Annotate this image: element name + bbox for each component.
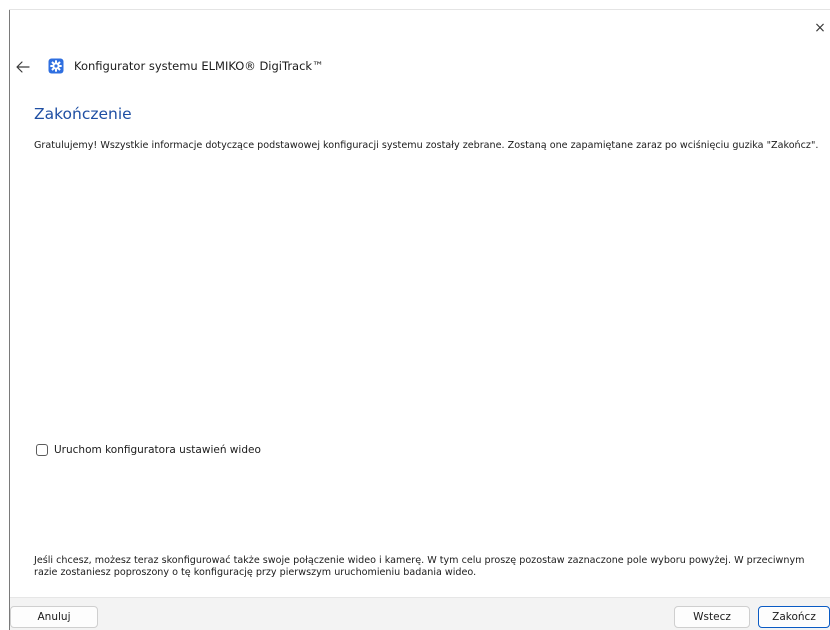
video-config-checkbox-row[interactable]: Uruchom konfiguratora ustawień wideo: [36, 442, 261, 458]
app-title: Konfigurator systemu ELMIKO® DigiTrack™: [74, 59, 324, 73]
window-left-border: [9, 9, 10, 630]
footer-bar: Anuluj Wstecz Zakończ: [10, 597, 830, 630]
window-top-border: [9, 9, 830, 10]
close-icon: ×: [814, 20, 826, 36]
finish-button[interactable]: Zakończ: [758, 606, 830, 628]
back-nav-button[interactable]: [14, 58, 32, 76]
video-config-checkbox[interactable]: [36, 444, 48, 456]
wizard-window: × Konfigurator systemu ELMIKO® DigiTrack…: [0, 0, 830, 630]
page-title: Zakończenie: [34, 105, 132, 123]
cancel-button[interactable]: Anuluj: [10, 606, 98, 628]
close-button[interactable]: ×: [810, 18, 830, 38]
intro-text: Gratulujemy! Wszystkie informacje dotycz…: [34, 140, 819, 151]
gear-badge-icon: [48, 58, 64, 74]
video-config-note: Jeśli chcesz, możesz teraz skonfigurować…: [34, 555, 805, 578]
video-config-checkbox-label[interactable]: Uruchom konfiguratora ustawień wideo: [54, 442, 261, 458]
back-button[interactable]: Wstecz: [674, 606, 750, 628]
arrow-left-icon: [16, 61, 30, 73]
